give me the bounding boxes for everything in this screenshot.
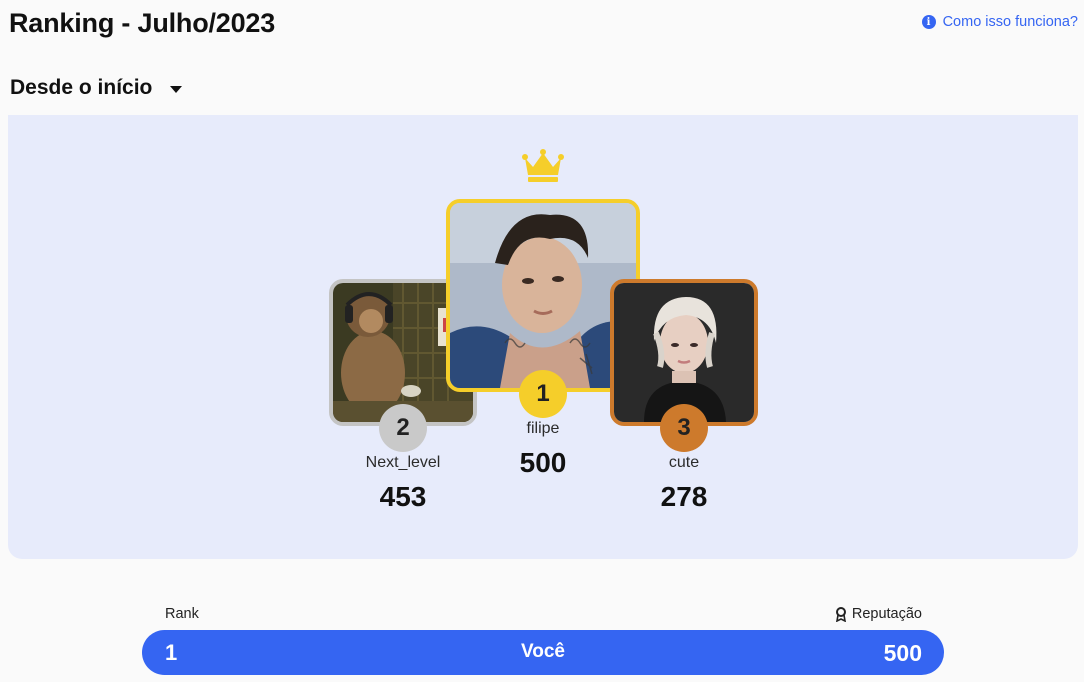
rank-column-header: Rank (165, 606, 199, 622)
period-dropdown[interactable]: Desde o início (10, 76, 183, 100)
podium-score-1: 500 (519, 447, 567, 478)
rank-badge-2: 2 (379, 404, 427, 452)
podium-username-1[interactable]: filipe (463, 420, 623, 438)
podium-score-2: 453 (379, 481, 427, 512)
current-user-score: 500 (883, 640, 922, 666)
reputation-column-header: Reputação (835, 606, 922, 622)
how-it-works-label: Como isso funciona? (942, 14, 1078, 30)
rank-badge-1: 1 (519, 370, 567, 418)
reputation-label: Reputação (851, 606, 922, 622)
podium-score-3: 278 (660, 481, 708, 512)
info-icon: i (921, 15, 936, 29)
ranking-page: Ranking - Julho/2023 i Como isso funcion… (0, 0, 1084, 682)
current-user-label: Você (520, 641, 565, 662)
how-it-works-link[interactable]: i Como isso funciona? (921, 14, 1078, 30)
avatar-image (450, 203, 636, 388)
caret-down-icon (170, 85, 183, 93)
crown-icon (522, 149, 564, 182)
podium-username-3[interactable]: cute (604, 454, 764, 472)
current-user-row[interactable]: 1 Você 500 (142, 630, 944, 675)
award-icon (835, 606, 846, 622)
rank-badge-3: 3 (660, 404, 708, 452)
period-selected-value: Desde o início (10, 76, 153, 99)
podium-username-2[interactable]: Next_level (323, 454, 483, 472)
page-title: Ranking - Julho/2023 (9, 8, 276, 38)
avatar-image (614, 283, 754, 422)
